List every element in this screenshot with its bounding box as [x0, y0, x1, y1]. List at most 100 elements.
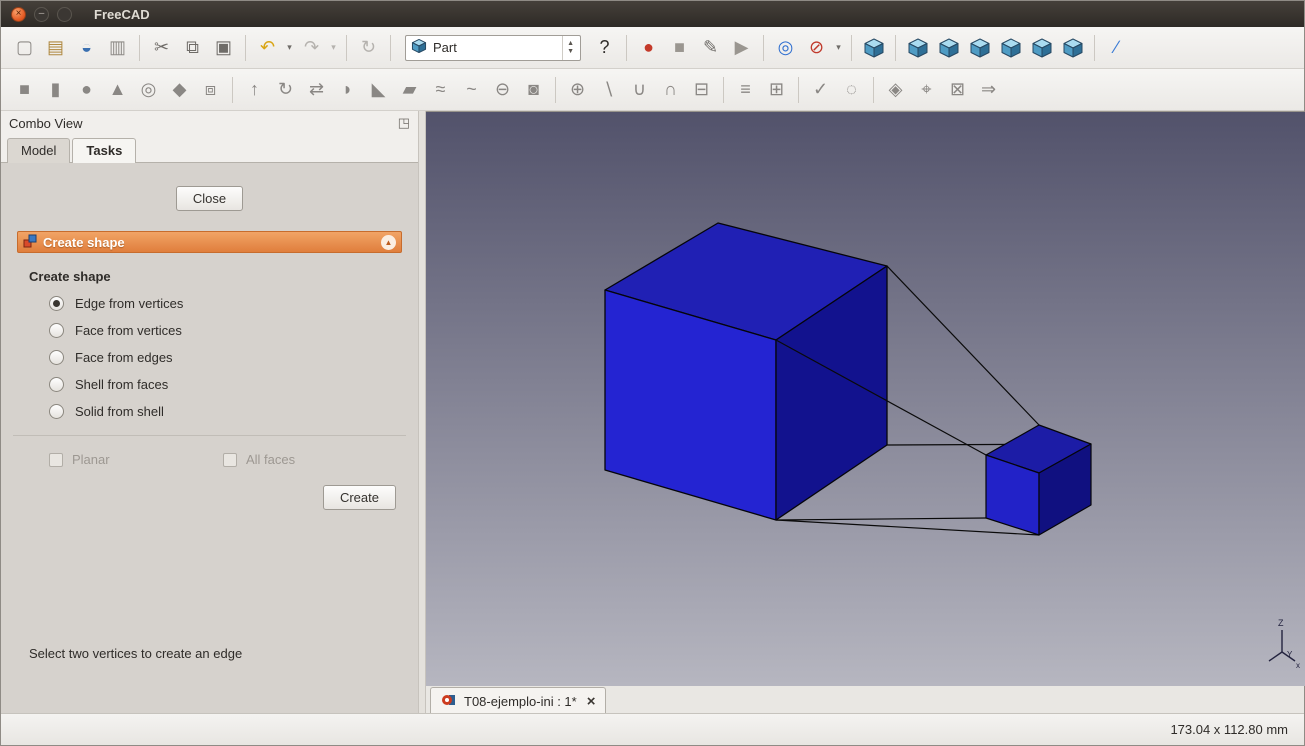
- toolbar-separator: [851, 34, 852, 61]
- whats-this-icon[interactable]: ?: [589, 33, 620, 63]
- macro-stop-icon[interactable]: ■: [664, 33, 695, 63]
- radio-solid-from-shell[interactable]: Solid from shell: [49, 404, 408, 419]
- view-top-icon[interactable]: [933, 33, 964, 63]
- redo-icon[interactable]: ↷: [296, 33, 327, 63]
- view-axonometric-icon[interactable]: [858, 33, 889, 63]
- part-torus-icon[interactable]: ◎: [133, 75, 164, 105]
- part-intersection-icon[interactable]: ∩: [655, 75, 686, 105]
- close-button[interactable]: Close: [175, 186, 244, 211]
- toolbar-standard: ▢ ▤ ◒ ▥ ✂ ⧉ ▣ ↶ ▾ ↷ ▾ ↻ Part ▲ ▼ ? ● ■ ✎ ▶ ◎ ⊘ ▾ ∕: [1, 27, 1304, 69]
- radio-indicator: [49, 323, 64, 338]
- document-tab[interactable]: T08-ejemplo-ini : 1* ×: [430, 687, 607, 714]
- radio-shell-from-faces[interactable]: Shell from faces: [49, 377, 408, 392]
- part-section-icon[interactable]: ⊟: [686, 75, 717, 105]
- view-bottom-icon[interactable]: [1026, 33, 1057, 63]
- 3d-viewport[interactable]: Z Y x: [426, 111, 1305, 686]
- redo-dropdown-icon[interactable]: ▾: [327, 33, 340, 63]
- print-icon[interactable]: ▥: [102, 33, 133, 63]
- document-tab-close-icon[interactable]: ×: [587, 693, 596, 710]
- create-button[interactable]: Create: [322, 485, 396, 510]
- combo-view-titlebar: Combo View ◳: [1, 111, 418, 135]
- undo-dropdown-icon[interactable]: ▾: [283, 33, 296, 63]
- radio-indicator: [49, 404, 64, 419]
- save-document-icon[interactable]: ◒: [71, 33, 102, 63]
- part-cylinder-icon[interactable]: ▮: [40, 75, 71, 105]
- checkbox-indicator: [223, 452, 237, 467]
- part-mirror-icon[interactable]: ⇄: [301, 75, 332, 105]
- part-boolean-icon[interactable]: ⊕: [562, 75, 593, 105]
- tab-tasks[interactable]: Tasks: [72, 138, 137, 163]
- open-document-icon[interactable]: ▤: [40, 33, 71, 63]
- macro-edit-icon[interactable]: ✎: [695, 33, 726, 63]
- part-compound-icon[interactable]: ⊞: [761, 75, 792, 105]
- axis-z-label: Z: [1278, 618, 1284, 628]
- checkbox-all-faces[interactable]: All faces: [223, 452, 295, 467]
- draw-style-icon[interactable]: ⊘: [801, 33, 832, 63]
- view-right-icon[interactable]: [964, 33, 995, 63]
- part-migrate-sketch-icon[interactable]: ⇒: [973, 75, 1004, 105]
- dock-splitter[interactable]: [419, 111, 426, 713]
- workbench-spinner[interactable]: ▲ ▼: [562, 35, 578, 60]
- window-minimize-button[interactable]: –: [34, 6, 49, 22]
- view-front-icon[interactable]: [902, 33, 933, 63]
- radio-face-from-vertices[interactable]: Face from vertices: [49, 323, 408, 338]
- new-document-icon[interactable]: ▢: [9, 33, 40, 63]
- part-primitives-icon[interactable]: ◆: [164, 75, 195, 105]
- part-cone-icon[interactable]: ▲: [102, 75, 133, 105]
- checkbox-indicator: [49, 452, 63, 467]
- macro-execute-icon[interactable]: ▶: [726, 33, 757, 63]
- part-union-icon[interactable]: ∪: [624, 75, 655, 105]
- toolbar-separator: [723, 76, 724, 103]
- draw-style-dropdown-icon[interactable]: ▾: [832, 33, 845, 63]
- fit-all-icon[interactable]: ◎: [770, 33, 801, 63]
- part-sphere-icon[interactable]: ●: [71, 75, 102, 105]
- part-cut-icon[interactable]: ∖: [593, 75, 624, 105]
- part-shape-builder-icon[interactable]: ⧈: [195, 75, 226, 105]
- part-edit-attachment-icon[interactable]: ⌖: [911, 75, 942, 105]
- create-shape-header[interactable]: Create shape ▲: [17, 231, 402, 253]
- workbench-selector[interactable]: Part ▲ ▼: [405, 34, 581, 61]
- view-left-icon[interactable]: [1057, 33, 1088, 63]
- checkbox-label: All faces: [246, 452, 296, 467]
- create-shape-header-label: Create shape: [43, 234, 125, 250]
- part-box-icon[interactable]: ■: [9, 75, 40, 105]
- view-rear-icon[interactable]: [995, 33, 1026, 63]
- refresh-icon[interactable]: ↻: [353, 33, 384, 63]
- undo-icon[interactable]: ↶: [252, 33, 283, 63]
- macro-record-icon[interactable]: ●: [633, 33, 664, 63]
- dock-float-icon[interactable]: ◳: [398, 115, 410, 131]
- workbench-part-icon: [411, 38, 427, 57]
- part-offset-icon[interactable]: ⊖: [487, 75, 518, 105]
- part-fillet-icon[interactable]: ◗: [332, 75, 363, 105]
- copy-icon[interactable]: ⧉: [177, 33, 208, 63]
- radio-edge-from-vertices[interactable]: Edge from vertices: [49, 296, 408, 311]
- part-cross-sections-icon[interactable]: ≡: [730, 75, 761, 105]
- paste-icon[interactable]: ▣: [208, 33, 239, 63]
- part-defeaturing-icon[interactable]: ◌: [836, 75, 867, 105]
- part-thickness-icon[interactable]: ◙: [518, 75, 549, 105]
- radio-face-from-edges[interactable]: Face from edges: [49, 350, 408, 365]
- part-revolve-icon[interactable]: ↻: [270, 75, 301, 105]
- part-sweep-icon[interactable]: ~: [456, 75, 487, 105]
- window-maximize-button[interactable]: [57, 6, 72, 22]
- checkbox-planar[interactable]: Planar: [49, 452, 223, 467]
- part-extrude-icon[interactable]: ↑: [239, 75, 270, 105]
- tab-model[interactable]: Model: [7, 138, 71, 163]
- window-close-button[interactable]: ×: [11, 6, 26, 22]
- toolbar-view-group: ? ● ■ ✎ ▶ ◎ ⊘ ▾ ∕: [589, 33, 1132, 63]
- part-chamfer-icon[interactable]: ◣: [363, 75, 394, 105]
- spinner-up-icon: ▲: [567, 39, 574, 47]
- collapse-panel-icon[interactable]: ▲: [381, 234, 396, 250]
- cut-icon[interactable]: ✂: [146, 33, 177, 63]
- options-row: Planar All faces: [49, 452, 408, 467]
- freecad-window: × – FreeCAD ▢ ▤ ◒ ▥ ✂ ⧉ ▣ ↶ ▾ ↷ ▾ ↻ Part ▲ ▼ ? ● ■ ✎ ▶ ◎ ⊘…: [0, 0, 1305, 746]
- part-check-geometry-icon[interactable]: ✓: [805, 75, 836, 105]
- status-bar: 173.04 x 112.80 mm: [1, 713, 1304, 745]
- toolbar-separator: [626, 34, 627, 61]
- radio-indicator: [49, 350, 64, 365]
- part-loft-icon[interactable]: ≈: [425, 75, 456, 105]
- part-ruled-surface-icon[interactable]: ▰: [394, 75, 425, 105]
- part-explode-compound-icon[interactable]: ⊠: [942, 75, 973, 105]
- measure-distance-icon[interactable]: ∕: [1101, 33, 1132, 63]
- part-refine-shape-icon[interactable]: ◈: [880, 75, 911, 105]
